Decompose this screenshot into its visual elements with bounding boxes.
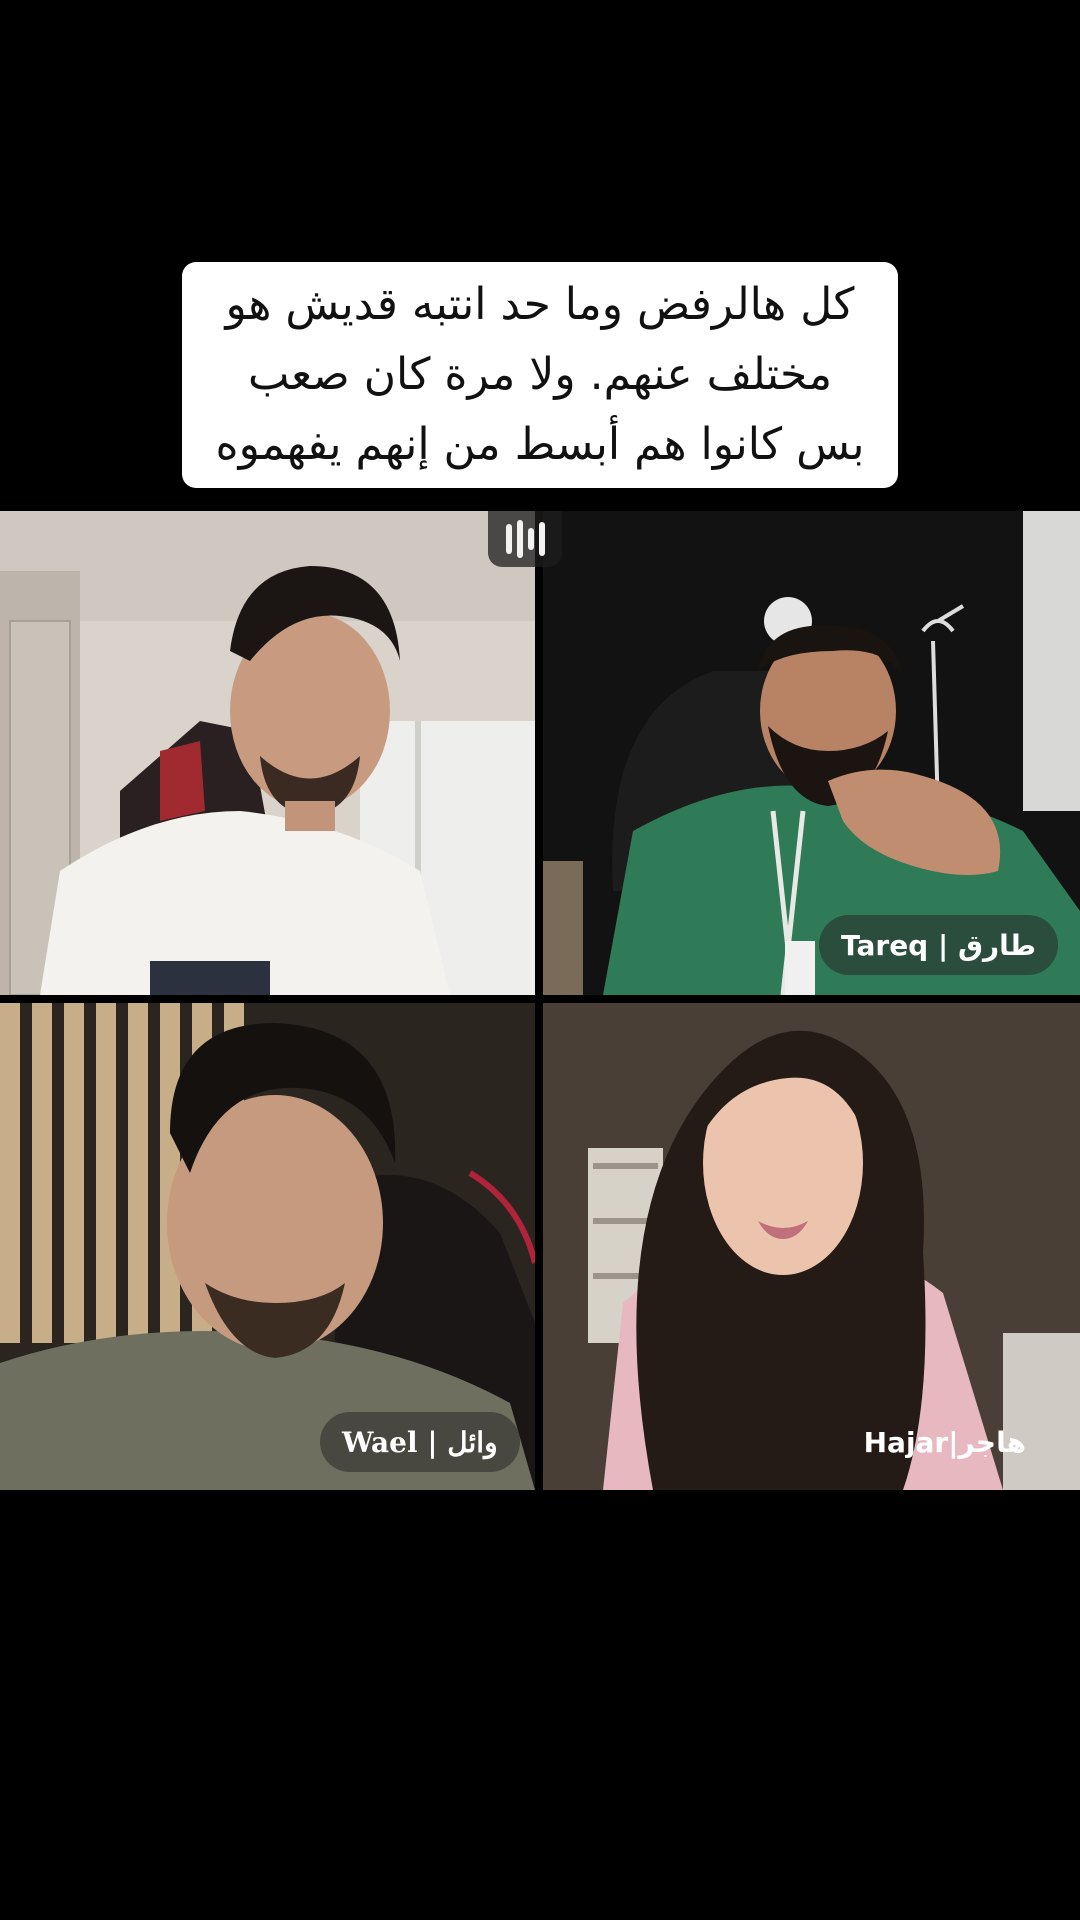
caption-box: كل هالرفض وما حد انتبه قديش هو مختلف عنه… — [182, 262, 898, 488]
participant-tile-wael[interactable]: Wael | وائل — [0, 1003, 535, 1490]
participant-name-hajar: Hajar|هاجر — [863, 1425, 1026, 1459]
participant-tile-top-left[interactable] — [0, 511, 535, 995]
participant-video-top-left — [0, 511, 535, 995]
audio-bar — [538, 522, 545, 556]
audio-bars-icon — [488, 511, 562, 567]
participant-name-wael: Wael | وائل — [320, 1412, 520, 1472]
audio-bar — [516, 520, 523, 558]
caption-line-3: بس كانوا هم أبسط من إنهم يفهموه — [215, 419, 865, 470]
caption-line-1: كل هالرفض وما حد انتبه قديش هو — [225, 279, 855, 330]
audio-bar — [505, 524, 512, 554]
video-call-grid: Tareq | طارق Wael | وائل Hajar|هاجر — [0, 511, 1080, 1490]
participant-tile-hajar[interactable]: Hajar|هاجر — [543, 1003, 1080, 1490]
caption-line-2: مختلف عنهم. ولا مرة كان صعب — [247, 349, 833, 400]
audio-bar — [527, 528, 534, 550]
participant-name-tareq: Tareq | طارق — [819, 915, 1058, 975]
participant-tile-tareq[interactable]: Tareq | طارق — [543, 511, 1080, 995]
